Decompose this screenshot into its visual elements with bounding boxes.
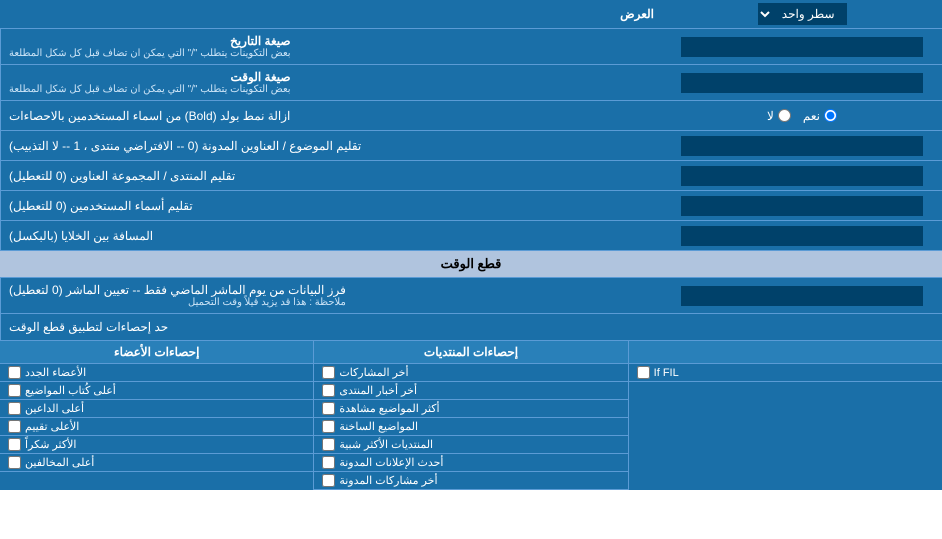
cb-col1-check3[interactable] — [8, 420, 21, 433]
checkbox-col1: الأعضاء الجدد أعلى كُتاب المواضيع أعلى ا… — [0, 364, 313, 490]
username-trim-label: تقليم أسماء المستخدمين (0 للتعطيل) — [0, 191, 662, 220]
bold-radio-no[interactable]: لا — [767, 109, 791, 123]
cb-col1-check2[interactable] — [8, 402, 21, 415]
cb-col1-check5[interactable] — [8, 456, 21, 469]
subject-trim-input[interactable]: 33 — [681, 136, 922, 156]
cb-col2-item2[interactable]: أكثر المواضيع مشاهدة — [314, 400, 627, 418]
bold-radio-yes[interactable]: نعم — [803, 109, 837, 123]
forum-trim-input[interactable]: 33 — [681, 166, 922, 186]
col3-header — [628, 341, 942, 363]
date-format-input[interactable]: d-m — [681, 37, 922, 57]
cb-col1-check4[interactable] — [8, 438, 21, 451]
cb-col1-item5[interactable]: أعلى المخالفين — [0, 454, 313, 472]
limits-label: حد إحصاءات لتطبيق قطع الوقت — [0, 314, 942, 340]
cb-col2-item5[interactable]: أحدث الإعلانات المدونة — [314, 454, 627, 472]
col2-header: إحصاءات المنتديات — [313, 341, 627, 363]
filter-label: فرز البيانات من يوم الماشر الماضي فقط --… — [0, 278, 662, 313]
checkbox-col3: If FIL — [628, 364, 942, 490]
cb-col2-item6[interactable]: أخر مشاركات المدونة — [314, 472, 627, 490]
cb-col2-check6[interactable] — [322, 474, 335, 487]
checkbox-col2: أخر المشاركات أخر أخبار المنتدى أكثر الم… — [313, 364, 627, 490]
cb-col2-item1[interactable]: أخر أخبار المنتدى — [314, 382, 627, 400]
cb-col2-item3[interactable]: المواضيع الساخنة — [314, 418, 627, 436]
cb-col2-check2[interactable] — [322, 402, 335, 415]
cb-col3-item0[interactable]: If FIL — [629, 364, 942, 382]
cb-col1-item1[interactable]: أعلى كُتاب المواضيع — [0, 382, 313, 400]
time-format-input[interactable]: H:i — [681, 73, 922, 93]
cell-spacing-label: المسافة بين الخلايا (بالبكسل) — [0, 221, 662, 250]
cb-col2-check4[interactable] — [322, 438, 335, 451]
cb-col1-item3[interactable]: الأعلى تقييم — [0, 418, 313, 436]
cb-col2-check0[interactable] — [322, 366, 335, 379]
cb-col1-check1[interactable] — [8, 384, 21, 397]
realtime-section-header: قطع الوقت — [0, 251, 942, 278]
bold-label: ازالة نمط بولد (Bold) من اسماء المستخدمي… — [0, 101, 662, 130]
display-label: العرض — [0, 2, 662, 26]
cb-col1-check0[interactable] — [8, 366, 21, 379]
col1-header: إحصاءات الأعضاء — [0, 341, 313, 363]
filter-input[interactable]: 0 — [681, 286, 922, 306]
cell-spacing-input[interactable]: 2 — [681, 226, 922, 246]
subject-trim-label: تقليم الموضوع / العناوين المدونة (0 -- ا… — [0, 131, 662, 160]
cb-col2-item4[interactable]: المنتديات الأكثر شبية — [314, 436, 627, 454]
date-format-label: صيغة التاريخ بعض التكوينات يتطلب "/" الت… — [0, 29, 662, 64]
cb-col3-check0[interactable] — [637, 366, 650, 379]
cb-col2-check1[interactable] — [322, 384, 335, 397]
time-format-label: صيغة الوقت بعض التكوينات يتطلب "/" التي … — [0, 65, 662, 100]
cb-col2-check3[interactable] — [322, 420, 335, 433]
display-mode-select[interactable]: سطر واحد — [758, 3, 847, 25]
cb-col1-item0[interactable]: الأعضاء الجدد — [0, 364, 313, 382]
cb-col1-item4[interactable]: الأكثر شكراً — [0, 436, 313, 454]
username-trim-input[interactable]: 0 — [681, 196, 922, 216]
forum-trim-label: تقليم المنتدى / المجموعة العناوين (0 للت… — [0, 161, 662, 190]
cb-col2-check5[interactable] — [322, 456, 335, 469]
cb-col2-item0[interactable]: أخر المشاركات — [314, 364, 627, 382]
cb-col1-item2[interactable]: أعلى الداعين — [0, 400, 313, 418]
